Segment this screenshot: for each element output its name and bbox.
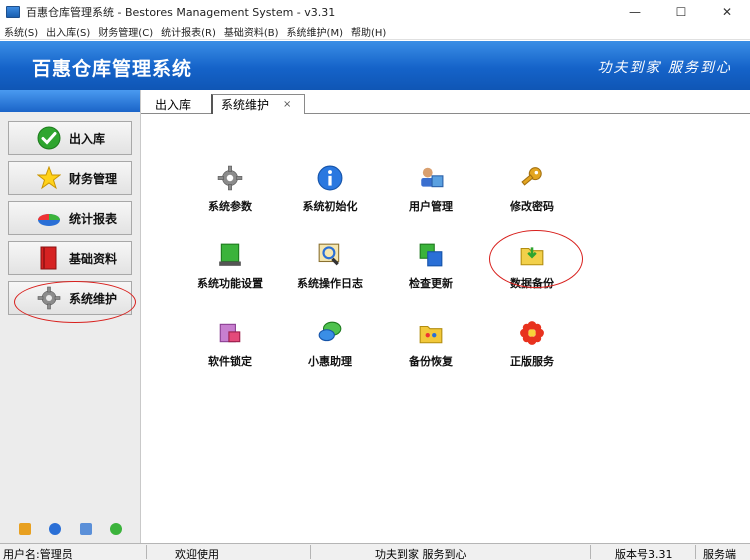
tab-maintenance[interactable]: 系统维护 × [211, 94, 305, 115]
tool-system-params[interactable]: 系统参数 [180, 164, 280, 214]
sidebar-header [0, 90, 140, 112]
gear-icon [216, 164, 244, 192]
tool-operation-log[interactable]: 系统操作日志 [280, 241, 380, 291]
tool-label: 数据备份 [510, 277, 554, 290]
chat-icon [316, 319, 344, 347]
tool-check-update[interactable]: 检查更新 [381, 241, 481, 291]
star-icon [35, 165, 63, 191]
tool-backup-restore[interactable]: 备份恢复 [381, 319, 481, 369]
sidebar-bottom-icons [0, 523, 141, 535]
tool-system-init[interactable]: 系统初始化 [280, 164, 380, 214]
green-box-icon [216, 241, 244, 269]
tab-bar: 出入库 系统维护 × [141, 90, 750, 115]
tool-label: 系统操作日志 [297, 277, 363, 290]
pie-chart-icon [35, 205, 63, 231]
status-bar: 用户名:管理员 欢迎使用 功夫到家 服务到心 版本号3.31 服务端 [0, 543, 750, 560]
menu-help[interactable]: 帮助(H) [347, 24, 390, 39]
green-check-icon [35, 125, 63, 151]
menu-maintenance[interactable]: 系统维护(M) [283, 24, 347, 39]
status-divider [146, 545, 147, 559]
clock-icon[interactable] [49, 523, 62, 535]
sidebar-item-label: 统计报表 [69, 211, 118, 226]
tool-label: 系统参数 [208, 200, 252, 213]
tool-label: 正版服务 [510, 355, 554, 368]
title-bar: 百惠仓库管理系统 - Bestores Management System - … [0, 0, 750, 24]
tool-label: 检查更新 [409, 277, 453, 290]
tool-label: 用户管理 [409, 200, 453, 213]
tab-label: 出入库 [155, 98, 192, 112]
lock-icon [216, 319, 244, 347]
status-divider [590, 545, 591, 559]
gear-icon [35, 285, 63, 311]
maximize-button[interactable]: ☐ [658, 0, 704, 24]
status-version: 版本号3.31 [615, 548, 673, 560]
window-controls: — ☐ ✕ [612, 0, 750, 24]
tool-user-management[interactable]: 用户管理 [381, 164, 481, 214]
monitor-icon[interactable] [79, 523, 92, 535]
close-icon[interactable]: × [283, 99, 291, 110]
log-icon [316, 241, 344, 269]
minimize-button[interactable]: — [612, 0, 658, 24]
sidebar-item-label: 系统维护 [69, 291, 118, 306]
key-icon[interactable] [19, 523, 32, 535]
status-mode: 服务端 [703, 548, 736, 560]
flower-icon [518, 319, 546, 347]
menu-finance[interactable]: 财务管理(C) [94, 24, 157, 39]
status-divider [695, 545, 696, 559]
sidebar-item-stock[interactable]: 出入库 [8, 121, 132, 155]
sidebar-item-basic-data[interactable]: 基础资料 [8, 241, 132, 275]
banner-slogan: 功夫到家 服务到心 [597, 60, 732, 76]
app-title: 百惠仓库管理系统 [32, 58, 193, 80]
sidebar-item-label: 基础资料 [69, 251, 118, 266]
tool-label: 系统功能设置 [197, 277, 263, 290]
status-divider [310, 545, 311, 559]
tool-genuine-service[interactable]: 正版服务 [482, 319, 582, 369]
tool-label: 修改密码 [510, 200, 554, 213]
sidebar-item-label: 出入库 [69, 131, 106, 146]
menu-system[interactable]: 系统(S) [0, 24, 42, 39]
tool-label: 备份恢复 [409, 355, 453, 368]
window-title: 百惠仓库管理系统 - Bestores Management System - … [26, 6, 336, 19]
tool-change-password[interactable]: 修改密码 [482, 164, 582, 214]
status-user: 用户名:管理员 [3, 548, 73, 560]
tool-data-backup[interactable]: 数据备份 [482, 241, 582, 291]
user-icon [417, 164, 445, 192]
sidebar-item-label: 财务管理 [69, 171, 118, 186]
main-content: 系统参数 系统初始化 用户管理 修改密码 系统功能设置 系统操作日志 检查更新 … [141, 114, 750, 543]
tool-assistant[interactable]: 小惠助理 [280, 319, 380, 369]
sidebar: 出入库 财务管理 统计报表 基础资料 系统维护 [0, 90, 141, 543]
tool-function-settings[interactable]: 系统功能设置 [180, 241, 280, 291]
folder-restore-icon [417, 319, 445, 347]
menu-reports[interactable]: 统计报表(R) [157, 24, 220, 39]
tab-stock[interactable]: 出入库 [147, 94, 199, 115]
status-welcome: 欢迎使用 [175, 548, 219, 560]
close-button[interactable]: ✕ [704, 0, 750, 24]
info-icon [316, 164, 344, 192]
tool-label: 小惠助理 [308, 355, 352, 368]
menu-bar: 系统(S) 出入库(S) 财务管理(C) 统计报表(R) 基础资料(B) 系统维… [0, 24, 750, 40]
tool-label: 系统初始化 [302, 200, 358, 213]
tab-label: 系统维护 [221, 98, 270, 112]
status-slogan: 功夫到家 服务到心 [375, 548, 467, 560]
key-icon [518, 164, 546, 192]
sidebar-item-reports[interactable]: 统计报表 [8, 201, 132, 235]
tool-software-lock[interactable]: 软件锁定 [180, 319, 280, 369]
folder-backup-icon [518, 241, 546, 269]
update-icon [417, 241, 445, 269]
menu-basic-data[interactable]: 基础资料(B) [220, 24, 283, 39]
header-banner: 百惠仓库管理系统 功夫到家 服务到心 [0, 41, 750, 90]
sidebar-item-finance[interactable]: 财务管理 [8, 161, 132, 195]
app-icon [6, 6, 20, 18]
globe-icon[interactable] [109, 523, 122, 535]
tool-label: 软件锁定 [208, 355, 252, 368]
menu-stock[interactable]: 出入库(S) [42, 24, 94, 39]
book-icon [35, 245, 63, 271]
sidebar-item-maintenance[interactable]: 系统维护 [8, 281, 132, 315]
